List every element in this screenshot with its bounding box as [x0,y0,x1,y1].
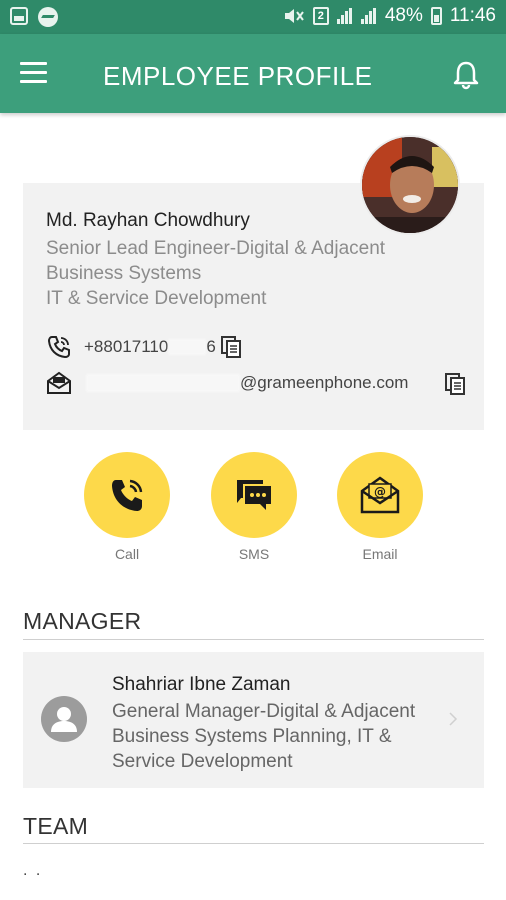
employee-department: IT & Service Development [46,288,267,309]
sim-icon: 2 [312,7,329,25]
manager-card[interactable]: Shahriar Ibne Zaman General Manager-Digi… [23,652,484,788]
hamburger-menu-icon[interactable] [20,62,48,84]
chat-bubbles-icon [237,480,271,510]
sms-label: SMS [238,546,270,562]
status-bar: 2 48% 11:46 [0,0,506,34]
copy-phone-icon[interactable] [220,335,242,359]
email-domain: @grameenphone.com [240,373,409,392]
manager-divider [23,639,484,640]
sms-button[interactable] [211,452,297,538]
sms-action: SMS [211,452,297,562]
battery-percent: 48% [384,5,423,26]
phone-redacted [168,339,207,355]
call-action: Call [84,452,170,562]
clock: 11:46 [449,5,496,26]
manager-designation-line2: Business Systems Planning, IT & [112,726,392,747]
avatar-placeholder-icon [41,696,87,742]
email-icon [47,371,71,394]
phone-call-icon [112,479,143,511]
manager-name: Shahriar Ibne Zaman [112,674,291,695]
manager-section-title: MANAGER [23,608,142,634]
manager-designation-line3: Service Development [112,751,293,772]
signal-icon-2 [360,8,377,24]
profile-photo [360,135,460,235]
email-action: @ Email [337,452,423,562]
email-label: Email [362,546,398,562]
phone-icon [47,336,70,359]
employee-designation-line1: Senior Lead Engineer-Digital & Adjacent [46,238,386,259]
envelope-at-icon: @ [360,476,400,514]
team-divider [23,843,484,844]
chevron-right-icon [449,712,458,726]
status-left [10,7,58,27]
status-right: 2 48% 11:46 [283,5,496,27]
signal-icon-1 [336,8,353,24]
team-section-title: TEAM [23,813,89,839]
messenger-icon [38,7,58,27]
manager-designation-line1: General Manager-Digital & Adjacent [112,701,416,722]
app-bar: EMPLOYEE PROFILE [0,34,506,113]
gallery-icon [10,7,28,25]
svg-text:@: @ [374,485,386,499]
mute-icon [284,9,304,23]
notification-bell-icon[interactable] [452,60,480,90]
email-button[interactable]: @ [337,452,423,538]
employee-name: Md. Rayhan Chowdhury [46,210,250,231]
phone-number-suffix: 6 [206,337,216,356]
email-redacted [86,374,240,392]
phone-row: +88017110 6 [46,334,216,360]
email-row: @grameenphone.com [46,371,408,395]
team-list-placeholder: . . [23,862,43,879]
call-button[interactable] [84,452,170,538]
call-label: Call [114,546,140,562]
page-title: EMPLOYEE PROFILE [103,61,373,91]
copy-email-icon[interactable] [444,372,466,396]
employee-designation-line2: Business Systems [46,263,202,284]
battery-icon [430,7,442,25]
phone-number-prefix: +88017110 [84,337,169,356]
